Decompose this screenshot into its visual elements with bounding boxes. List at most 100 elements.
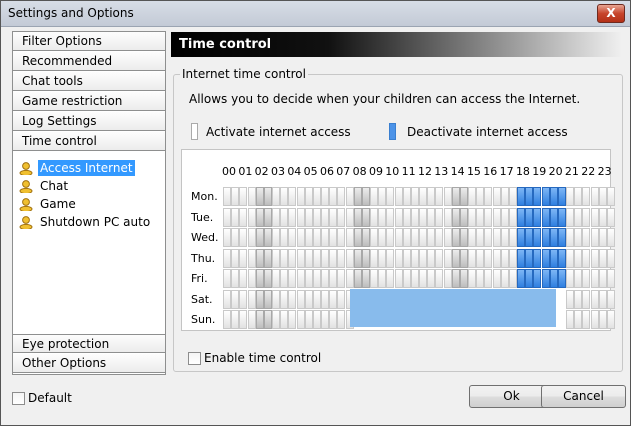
schedule-cell[interactable] [370,248,379,268]
nav-chat-tools[interactable]: Chat tools [13,72,165,91]
schedule-cell[interactable] [557,228,566,247]
schedule-cell[interactable] [459,187,468,206]
schedule-cell[interactable] [517,269,526,288]
schedule-cell[interactable] [312,207,321,227]
schedule-cell[interactable] [239,310,248,329]
schedule-cell[interactable] [296,310,305,329]
schedule-cell[interactable] [419,248,428,268]
schedule-cell[interactable] [337,289,346,309]
nav-game-restriction[interactable]: Game restriction [13,92,165,111]
schedule-cell[interactable] [353,228,362,247]
schedule-cell[interactable] [598,248,607,268]
schedule-cell[interactable] [239,248,248,268]
schedule-cell[interactable] [533,248,542,268]
schedule-cell[interactable] [296,269,305,288]
schedule-cell[interactable] [247,228,256,247]
schedule-cell[interactable] [566,187,575,206]
schedule-cell[interactable] [345,187,354,206]
schedule-cell[interactable] [394,187,403,206]
schedule-cell[interactable] [492,269,501,288]
schedule-cell[interactable] [508,187,517,206]
schedule-cell[interactable] [312,187,321,206]
schedule-cell[interactable] [606,248,615,268]
schedule-cell[interactable] [557,248,566,268]
schedule-cell[interactable] [353,248,362,268]
schedule-cell[interactable] [533,187,542,206]
schedule-cell[interactable] [435,207,444,227]
schedule-cell[interactable] [304,187,313,206]
schedule-cell[interactable] [280,289,289,309]
schedule-cell[interactable] [410,269,419,288]
schedule-cell[interactable] [549,207,558,227]
schedule-cell[interactable] [296,207,305,227]
schedule-cell[interactable] [557,269,566,288]
schedule-cell[interactable] [582,228,591,247]
schedule-cell[interactable] [247,310,256,329]
schedule-cell[interactable] [582,207,591,227]
schedule-cell[interactable] [525,228,534,247]
schedule-cell[interactable] [590,248,599,268]
schedule-cell[interactable] [500,228,509,247]
schedule-cell[interactable] [574,289,583,309]
schedule-cell[interactable] [263,289,272,309]
schedule-cell[interactable] [255,269,264,288]
schedule-cell[interactable] [239,187,248,206]
schedule-cell[interactable] [288,187,297,206]
schedule-cell[interactable] [517,248,526,268]
schedule-cell[interactable] [255,289,264,309]
schedule-cell[interactable] [312,248,321,268]
schedule-cell[interactable] [525,269,534,288]
schedule-cell[interactable] [549,269,558,288]
schedule-cell[interactable] [361,207,370,227]
schedule-cell[interactable] [525,248,534,268]
schedule-cell[interactable] [476,228,485,247]
schedule-cell[interactable] [370,269,379,288]
schedule-cell[interactable] [361,269,370,288]
schedule-cell[interactable] [321,310,330,329]
schedule-cell[interactable] [378,187,387,206]
schedule-cell[interactable] [394,269,403,288]
schedule-cell[interactable] [231,228,240,247]
schedule-cell[interactable] [427,248,436,268]
schedule-cell[interactable] [590,228,599,247]
nav-filter-options[interactable]: Filter Options [13,32,165,51]
schedule-cell[interactable] [361,248,370,268]
schedule-cell[interactable] [484,228,493,247]
schedule-cell[interactable] [590,310,599,329]
schedule-cell[interactable] [280,310,289,329]
schedule-cell[interactable] [378,248,387,268]
schedule-cell[interactable] [263,269,272,288]
schedule-cell[interactable] [468,187,477,206]
schedule-cell[interactable] [337,248,346,268]
schedule-cell[interactable] [606,289,615,309]
schedule-cell[interactable] [304,289,313,309]
schedule-cell[interactable] [321,187,330,206]
schedule-cell[interactable] [231,269,240,288]
schedule-cell[interactable] [557,187,566,206]
schedule-cell[interactable] [410,248,419,268]
schedule-cell[interactable] [231,289,240,309]
enable-time-control-checkbox[interactable] [188,352,201,365]
schedule-cell[interactable] [525,207,534,227]
schedule-cell[interactable] [288,207,297,227]
schedule-cell[interactable] [410,228,419,247]
schedule-cell[interactable] [296,248,305,268]
schedule-cell[interactable] [378,269,387,288]
schedule-cell[interactable] [345,228,354,247]
schedule-cell[interactable] [533,269,542,288]
schedule-cell[interactable] [223,187,231,206]
schedule-cell[interactable] [541,207,550,227]
schedule-cell[interactable] [492,207,501,227]
schedule-cell[interactable] [566,289,575,309]
schedule-cell[interactable] [435,228,444,247]
schedule-cell[interactable] [247,248,256,268]
schedule-cell[interactable] [484,269,493,288]
schedule-cell[interactable] [263,207,272,227]
schedule-cell[interactable] [459,248,468,268]
schedule-cell[interactable] [574,187,583,206]
schedule-cell[interactable] [329,187,338,206]
schedule-cell[interactable] [606,228,615,247]
schedule-cell[interactable] [370,228,379,247]
nav-eye-protection[interactable]: Eye protection [13,334,165,353]
schedule-cell[interactable] [484,187,493,206]
